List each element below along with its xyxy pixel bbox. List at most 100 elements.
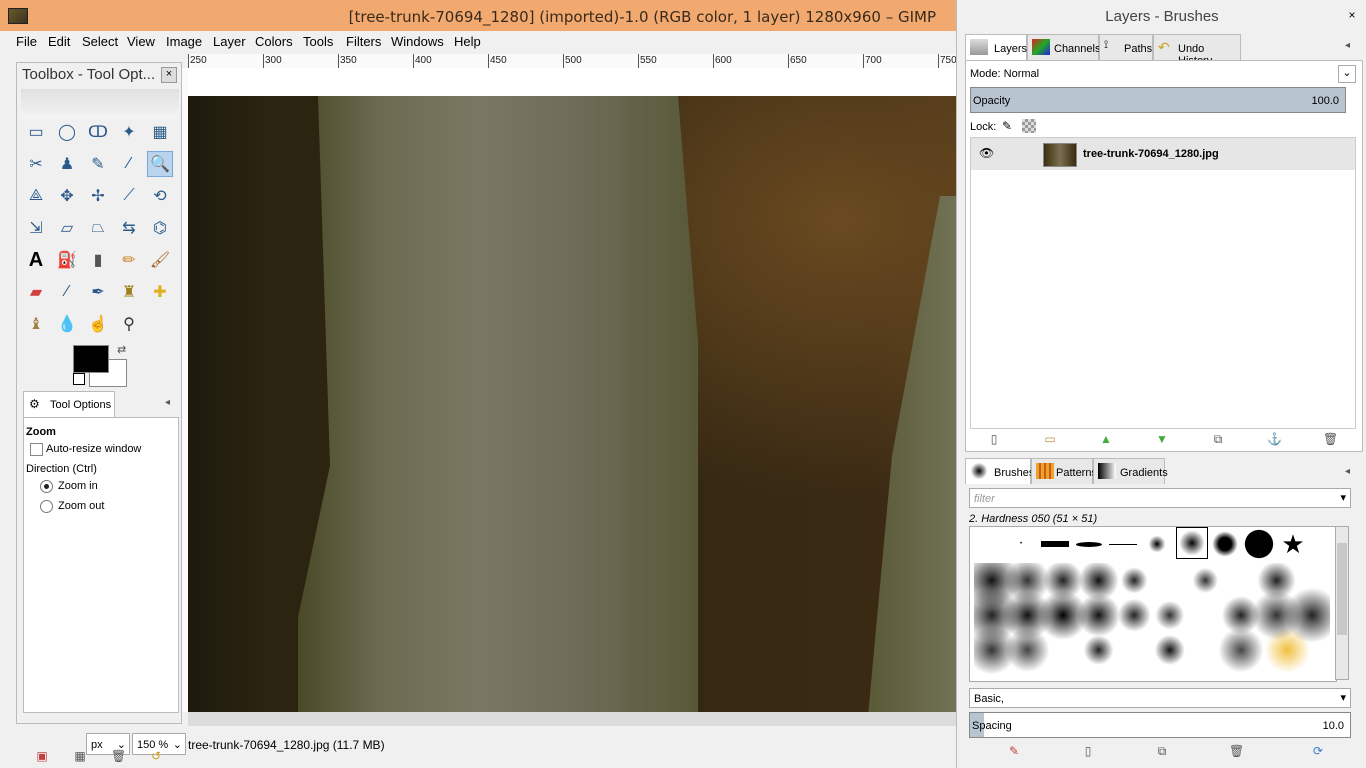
delete-brush-icon[interactable]: 🗑 bbox=[1229, 744, 1244, 758]
shear-icon[interactable]: ▱ bbox=[54, 215, 80, 241]
brush-item[interactable] bbox=[1142, 529, 1172, 559]
smudge-icon[interactable]: ☝ bbox=[85, 311, 111, 337]
reset-options-icon[interactable]: ↺ bbox=[149, 749, 163, 763]
scissors-icon[interactable]: ✂ bbox=[23, 151, 49, 177]
fuzzy-select-icon[interactable]: ✦ bbox=[116, 119, 142, 145]
bucket-fill-icon[interactable]: ⛽ bbox=[54, 247, 80, 273]
auto-resize-checkbox[interactable] bbox=[30, 443, 43, 456]
menu-windows[interactable]: Windows bbox=[391, 34, 444, 49]
new-brush-icon[interactable]: ▯ bbox=[1081, 744, 1095, 758]
lock-alpha-icon[interactable] bbox=[1022, 119, 1036, 133]
restore-options-icon[interactable]: ▦ bbox=[73, 749, 87, 763]
refresh-brushes-icon[interactable]: ⟳ bbox=[1311, 744, 1325, 758]
heal-icon[interactable]: ✚ bbox=[147, 279, 173, 305]
paths-icon[interactable]: ✎ bbox=[85, 151, 111, 177]
clone-icon[interactable]: ♜ bbox=[116, 279, 142, 305]
paintbrush-icon[interactable]: 🖌 bbox=[147, 247, 173, 273]
brush-item[interactable] bbox=[1108, 529, 1138, 559]
dodge-burn-icon[interactable]: ⚲ bbox=[116, 311, 142, 337]
cage-transform-icon[interactable]: ⌬ bbox=[147, 215, 173, 241]
zoom-icon[interactable]: 🔍 bbox=[147, 151, 173, 177]
perspective-icon[interactable]: ⏢ bbox=[85, 215, 111, 241]
brush-item[interactable]: • bbox=[1006, 529, 1036, 559]
brush-item[interactable] bbox=[1074, 529, 1104, 559]
rotate-icon[interactable]: ⟲ bbox=[147, 183, 173, 209]
brush-item-star[interactable]: ★ bbox=[1278, 529, 1308, 559]
tab-paths[interactable]: ⟟ Paths bbox=[1099, 34, 1153, 60]
spacing-slider[interactable]: Spacing 10.0 bbox=[969, 712, 1351, 738]
menu-layer[interactable]: Layer bbox=[213, 34, 246, 49]
brush-tag-combo[interactable]: Basic, ▾ bbox=[969, 688, 1351, 708]
brush-item-selected[interactable] bbox=[1176, 527, 1208, 559]
blur-icon[interactable]: 💧 bbox=[54, 311, 80, 337]
duplicate-layer-icon[interactable]: ⧉ bbox=[1211, 432, 1225, 446]
menu-file[interactable]: File bbox=[16, 34, 37, 49]
measure-icon[interactable]: ⟁ bbox=[23, 183, 49, 209]
brush-filter-input[interactable]: filter ▾ bbox=[969, 488, 1351, 508]
edit-brush-icon[interactable]: ✎ bbox=[1007, 744, 1021, 758]
default-colors-icon[interactable] bbox=[73, 373, 85, 385]
image-canvas[interactable] bbox=[188, 96, 956, 712]
save-options-icon[interactable]: ▣ bbox=[35, 749, 49, 763]
scale-icon[interactable]: ⇲ bbox=[23, 215, 49, 241]
zoom-out-radio[interactable] bbox=[40, 500, 53, 513]
crop-icon[interactable]: ⟋ bbox=[116, 183, 142, 209]
menu-select[interactable]: Select bbox=[82, 34, 118, 49]
menu-filters[interactable]: Filters bbox=[346, 34, 381, 49]
tab-channels[interactable]: Channels bbox=[1027, 34, 1100, 60]
align-icon[interactable]: ✢ bbox=[85, 183, 111, 209]
pencil-icon[interactable]: ✏ bbox=[116, 247, 142, 273]
rect-select-icon[interactable]: ▭ bbox=[23, 119, 49, 145]
menu-colors[interactable]: Colors bbox=[255, 34, 293, 49]
lock-pixels-icon[interactable]: ✎ bbox=[1002, 119, 1012, 133]
flip-icon[interactable]: ⇆ bbox=[116, 215, 142, 241]
free-select-icon[interactable]: ↀ bbox=[85, 119, 111, 145]
foreground-color-swatch[interactable] bbox=[73, 345, 109, 373]
mode-combo[interactable]: Mode: Normal ⌄ bbox=[970, 65, 1356, 83]
horizontal-scrollbar[interactable] bbox=[188, 712, 956, 726]
text-tool-icon[interactable]: A bbox=[23, 247, 49, 273]
blend-icon[interactable]: ▮ bbox=[85, 247, 111, 273]
panel-menu-icon[interactable]: ◂ bbox=[1345, 40, 1350, 51]
color-select-icon[interactable]: ▦ bbox=[147, 119, 173, 145]
horizontal-ruler[interactable]: 250 300 350 400 450 500 550 600 650 700 … bbox=[188, 54, 957, 69]
layer-name[interactable]: tree-trunk-70694_1280.jpg bbox=[1083, 148, 1219, 160]
tab-brushes[interactable]: Brushes bbox=[965, 458, 1034, 484]
move-icon[interactable]: ✥ bbox=[54, 183, 80, 209]
brush-item[interactable] bbox=[1210, 529, 1240, 559]
tab-layers[interactable]: Layers bbox=[965, 34, 1027, 60]
airbrush-icon[interactable]: ⁄ bbox=[54, 279, 80, 305]
zoom-in-radio[interactable] bbox=[40, 480, 53, 493]
close-button[interactable]: × bbox=[161, 67, 177, 83]
menu-image[interactable]: Image bbox=[166, 34, 202, 49]
perspective-clone-icon[interactable]: ♝ bbox=[23, 311, 49, 337]
brush-grid-scrollbar[interactable] bbox=[1335, 526, 1349, 680]
color-picker-icon[interactable]: ⁄ bbox=[116, 151, 142, 177]
duplicate-brush-icon[interactable]: ⧉ bbox=[1155, 744, 1169, 758]
close-button[interactable]: × bbox=[1345, 8, 1359, 22]
menu-view[interactable]: View bbox=[127, 34, 155, 49]
foreground-select-icon[interactable]: ♟ bbox=[54, 151, 80, 177]
new-layer-group-icon[interactable]: ▭ bbox=[1043, 432, 1057, 446]
brush-item[interactable] bbox=[1244, 529, 1274, 559]
raise-layer-icon[interactable]: ▲ bbox=[1099, 432, 1113, 446]
opacity-slider[interactable]: Opacity 100.0 bbox=[970, 87, 1346, 113]
new-layer-icon[interactable]: ▯ bbox=[987, 432, 1001, 446]
layer-row[interactable]: 👁 tree-trunk-70694_1280.jpg bbox=[971, 138, 1355, 170]
anchor-layer-icon[interactable]: ⚓ bbox=[1267, 432, 1282, 446]
eraser-icon[interactable]: ▰ bbox=[23, 279, 49, 305]
eye-icon[interactable]: 👁 bbox=[979, 146, 994, 160]
menu-edit[interactable]: Edit bbox=[48, 34, 70, 49]
panel-menu-icon[interactable]: ◂ bbox=[165, 397, 170, 408]
swap-colors-icon[interactable]: ⇄ bbox=[117, 343, 126, 356]
lower-layer-icon[interactable]: ▼ bbox=[1155, 432, 1169, 446]
ink-icon[interactable]: ✒ bbox=[85, 279, 111, 305]
delete-layer-icon[interactable]: 🗑 bbox=[1323, 432, 1338, 446]
delete-options-icon[interactable]: 🗑 bbox=[111, 749, 126, 763]
tab-tool-options[interactable]: ⚙ Tool Options bbox=[23, 391, 115, 418]
brush-grid[interactable]: • ★ bbox=[969, 526, 1337, 682]
tab-gradients[interactable]: Gradients bbox=[1093, 458, 1168, 484]
brush-item[interactable] bbox=[974, 563, 1330, 679]
ellipse-select-icon[interactable]: ◯ bbox=[54, 119, 80, 145]
tab-undo-history[interactable]: ↶ Undo History bbox=[1153, 34, 1241, 67]
